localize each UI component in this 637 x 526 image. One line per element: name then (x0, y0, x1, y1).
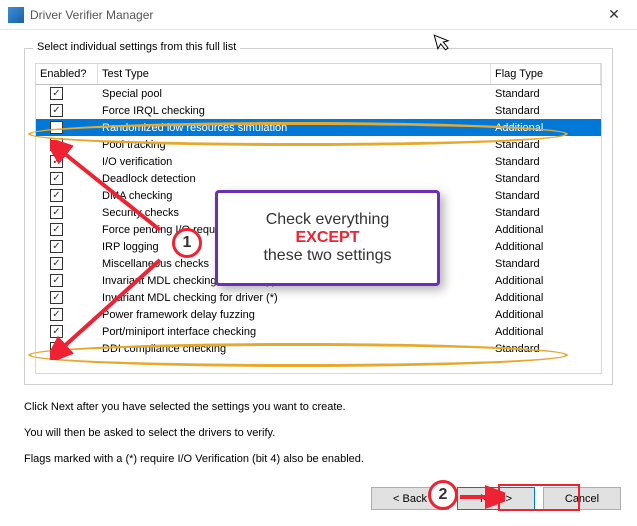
flag-type-cell: Standard (491, 105, 601, 117)
instruction-line-2: You will then be asked to select the dri… (24, 427, 613, 439)
table-row[interactable]: ✓ Invariant MDL checking for driver (*)Ad… (36, 289, 601, 306)
table-row[interactable]: ✓ Port/miniport interface checkingAdditio… (36, 323, 601, 340)
enabled-checkbox[interactable]: ✓ (50, 206, 63, 219)
enabled-checkbox[interactable] (50, 121, 63, 134)
flag-type-cell: Standard (491, 190, 601, 202)
header-test-type[interactable]: Test Type (98, 64, 491, 84)
enabled-checkbox[interactable]: ✓ (50, 138, 63, 151)
enabled-checkbox[interactable]: ✓ (50, 87, 63, 100)
enabled-checkbox[interactable]: ✓ (50, 240, 63, 253)
table-row[interactable]: DDI compliance checkingStandard (36, 340, 601, 357)
header-enabled[interactable]: Enabled? (36, 64, 98, 84)
enabled-checkbox[interactable]: ✓ (50, 308, 63, 321)
flag-type-cell: Additional (491, 326, 601, 338)
enabled-checkbox[interactable]: ✓ (50, 325, 63, 338)
table-row[interactable]: Randomized low resources simulationAddit… (36, 119, 601, 136)
flag-type-cell: Standard (491, 139, 601, 151)
enabled-checkbox[interactable]: ✓ (50, 155, 63, 168)
enabled-checkbox[interactable]: ✓ (50, 223, 63, 236)
flag-type-cell: Standard (491, 258, 601, 270)
step-badge-1: 1 (172, 228, 202, 258)
app-icon (8, 7, 24, 23)
flag-type-cell: Standard (491, 88, 601, 100)
test-type-cell: Invariant MDL checking for driver (*) (98, 292, 491, 304)
test-type-cell: Force IRQL checking (98, 105, 491, 117)
test-type-cell: Special pool (98, 88, 491, 100)
flag-type-cell: Additional (491, 292, 601, 304)
table-row[interactable]: ✓ Pool trackingStandard (36, 136, 601, 153)
flag-type-cell: Standard (491, 207, 601, 219)
header-flag-type[interactable]: Flag Type (491, 64, 601, 84)
flag-type-cell: Additional (491, 241, 601, 253)
test-type-cell: DDI compliance checking (98, 343, 491, 355)
enabled-checkbox[interactable]: ✓ (50, 257, 63, 270)
flag-type-cell: Additional (491, 275, 601, 287)
instruction-line-1: Click Next after you have selected the s… (24, 401, 613, 413)
test-type-cell: Port/miniport interface checking (98, 326, 491, 338)
instruction-line-3: Flags marked with a (*) require I/O Veri… (24, 453, 613, 465)
list-header: Enabled? Test Type Flag Type (35, 63, 602, 85)
enabled-checkbox[interactable]: ✓ (50, 104, 63, 117)
table-row[interactable]: ✓ Power framework delay fuzzingAdditional (36, 306, 601, 323)
window-title: Driver Verifier Manager (30, 8, 591, 22)
flag-type-cell: Standard (491, 343, 601, 355)
table-row[interactable]: ✓ Force IRQL checkingStandard (36, 102, 601, 119)
flag-type-cell: Additional (491, 309, 601, 321)
test-type-cell: I/O verification (98, 156, 491, 168)
test-type-cell: Power framework delay fuzzing (98, 309, 491, 321)
table-row[interactable]: ✓ Deadlock detectionStandard (36, 170, 601, 187)
next-button[interactable]: Next > (457, 487, 535, 510)
cancel-button[interactable]: Cancel (543, 487, 621, 510)
flag-type-cell: Additional (491, 224, 601, 236)
enabled-checkbox[interactable]: ✓ (50, 172, 63, 185)
annotation-callout: Check everything EXCEPT these two settin… (215, 190, 440, 286)
instructions: Click Next after you have selected the s… (24, 401, 613, 465)
step-badge-2: 2 (428, 480, 458, 510)
enabled-checkbox[interactable]: ✓ (50, 291, 63, 304)
enabled-checkbox[interactable] (50, 342, 63, 355)
test-type-cell: Pool tracking (98, 139, 491, 151)
titlebar: Driver Verifier Manager ✕ (0, 0, 637, 30)
enabled-checkbox[interactable]: ✓ (50, 189, 63, 202)
flag-type-cell: Standard (491, 173, 601, 185)
close-button[interactable]: ✕ (591, 0, 637, 30)
button-row: < Back Next > Cancel (0, 479, 637, 522)
callout-text-prefix: Check everything (266, 211, 390, 228)
test-type-cell: Deadlock detection (98, 173, 491, 185)
callout-text-except: EXCEPT (295, 229, 359, 246)
enabled-checkbox[interactable]: ✓ (50, 274, 63, 287)
table-row[interactable]: ✓ I/O verificationStandard (36, 153, 601, 170)
flag-type-cell: Standard (491, 156, 601, 168)
group-legend: Select individual settings from this ful… (33, 41, 240, 53)
callout-text-suffix: these two settings (263, 247, 391, 264)
test-type-cell: Randomized low resources simulation (98, 122, 491, 134)
flag-type-cell: Additional (491, 122, 601, 134)
table-row[interactable]: ✓ Special poolStandard (36, 85, 601, 102)
